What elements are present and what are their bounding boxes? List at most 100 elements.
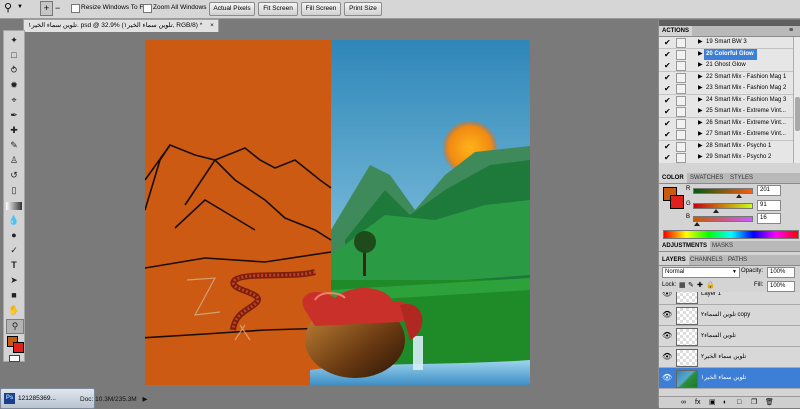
g-slider-thumb[interactable] — [713, 209, 719, 213]
color-tab[interactable]: COLOR — [659, 173, 687, 183]
move-tool-icon[interactable]: ✦ — [6, 34, 22, 47]
dialog-toggle-box[interactable] — [676, 141, 686, 152]
type-tool-icon[interactable]: T — [6, 259, 22, 272]
expand-triangle-icon[interactable]: ▶ — [698, 106, 703, 117]
action-item[interactable]: ✔ ▶ 23 Smart Mix - Fashion Mag 2 — [659, 83, 793, 95]
gradient-tool-icon[interactable] — [6, 202, 22, 210]
adjustment-layer-icon[interactable]: ◐ — [723, 397, 727, 408]
clone-stamp-tool-icon[interactable]: ♙ — [6, 154, 22, 167]
check-icon[interactable]: ✔ — [664, 153, 671, 162]
brush-tool-icon[interactable]: ✎ — [6, 139, 22, 152]
lasso-tool-icon[interactable]: ⥁ — [6, 64, 22, 77]
expand-triangle-icon[interactable]: ▶ — [698, 83, 703, 94]
r-value-field[interactable]: 201 — [757, 185, 781, 196]
quick-mask-icon[interactable] — [9, 355, 20, 362]
zoom-all-windows-checkbox[interactable] — [143, 4, 152, 13]
action-item[interactable]: ✔ ▶ 21 Ghost Glow — [659, 60, 793, 72]
dialog-toggle-box[interactable] — [676, 49, 686, 60]
layers-tab[interactable]: LAYERS — [659, 255, 689, 265]
color-background-swatch[interactable] — [670, 195, 684, 209]
hand-tool-icon[interactable]: ✋ — [6, 304, 22, 317]
visibility-eye-icon[interactable]: 👁 — [662, 310, 672, 319]
visibility-eye-icon[interactable]: 👁 — [662, 373, 672, 382]
resize-windows-checkbox[interactable] — [71, 4, 80, 13]
check-icon[interactable]: ✔ — [664, 107, 671, 116]
dialog-toggle-box[interactable] — [676, 118, 686, 129]
action-item[interactable]: ✔ ▶ 25 Smart Mix - Extreme Vint... — [659, 106, 793, 118]
new-layer-icon[interactable]: ❐ — [751, 397, 757, 408]
layer-style-icon[interactable]: fx — [695, 397, 700, 408]
expand-triangle-icon[interactable]: ▶ — [698, 72, 703, 83]
marquee-tool-icon[interactable]: □ — [6, 49, 22, 62]
styles-tab[interactable]: STYLES — [727, 173, 756, 183]
dialog-toggle-box[interactable] — [676, 153, 686, 163]
action-item[interactable]: ✔ ▶ 29 Smart Mix - Psycho 2 — [659, 152, 793, 163]
expand-triangle-icon[interactable]: ▶ — [698, 60, 703, 71]
actions-tab[interactable]: ACTIONS — [659, 26, 692, 36]
link-layers-icon[interactable]: ∞ — [681, 397, 686, 408]
expand-triangle-icon[interactable]: ▶ — [698, 129, 703, 140]
fill-screen-button[interactable]: Fill Screen — [301, 2, 341, 16]
expand-triangle-icon[interactable]: ▶ — [698, 152, 703, 163]
new-group-icon[interactable]: □ — [737, 397, 741, 408]
dodge-tool-icon[interactable]: ● — [6, 229, 22, 242]
actions-scrollbar[interactable] — [793, 37, 800, 163]
status-menu-icon[interactable]: ▶ — [143, 396, 148, 403]
visibility-eye-icon[interactable]: 👁 — [662, 292, 672, 298]
lock-image-icon[interactable]: ✎ — [688, 281, 694, 289]
check-icon[interactable]: ✔ — [664, 130, 671, 139]
opacity-field[interactable]: 100% — [767, 267, 795, 278]
fill-field[interactable]: 100% — [767, 281, 795, 292]
eyedropper-tool-icon[interactable]: ✒ — [6, 109, 22, 122]
expand-triangle-icon[interactable]: ▶ — [698, 37, 703, 48]
close-icon[interactable]: × — [210, 22, 214, 29]
eraser-tool-icon[interactable]: ▯ — [6, 184, 22, 197]
background-color-swatch[interactable] — [13, 342, 24, 353]
r-slider[interactable] — [693, 188, 753, 194]
dialog-toggle-box[interactable] — [676, 84, 686, 94]
crop-tool-icon[interactable]: ⌖ — [6, 94, 22, 107]
lock-position-icon[interactable]: ✚ — [697, 281, 703, 289]
print-size-button[interactable]: Print Size — [344, 2, 382, 16]
pen-tool-icon[interactable]: ✓ — [6, 244, 22, 257]
masks-tab[interactable]: MASKS — [709, 241, 736, 251]
b-value-field[interactable]: 16 — [757, 213, 781, 224]
dialog-toggle-box[interactable] — [676, 38, 686, 48]
action-item[interactable]: ✔ ▶ 20 Colorful Glow — [659, 48, 793, 61]
check-icon[interactable]: ✔ — [664, 50, 671, 59]
tool-preset-dropdown-icon[interactable]: ▼ — [17, 4, 23, 10]
dialog-toggle-box[interactable] — [676, 61, 686, 71]
check-icon[interactable]: ✔ — [664, 142, 671, 151]
shape-tool-icon[interactable]: ■ — [6, 289, 22, 302]
dialog-toggle-box[interactable] — [676, 107, 686, 117]
blend-mode-select[interactable]: Normal ▼ — [662, 267, 740, 278]
action-item[interactable]: ✔ ▶ 19 Smart BW 3 — [659, 37, 793, 49]
layer-row[interactable]: 👁 تلوين السماء٢ copy — [659, 305, 800, 326]
actions-scrollbar-thumb[interactable] — [795, 97, 800, 131]
check-icon[interactable]: ✔ — [664, 73, 671, 82]
action-item[interactable]: ✔ ▶ 27 Smart Mix - Extreme Vint... — [659, 129, 793, 141]
lock-transparent-icon[interactable]: ▦ — [679, 281, 686, 289]
actual-pixels-button[interactable]: Actual Pixels — [209, 2, 255, 16]
action-item[interactable]: ✔ ▶ 24 Smart Mix - Fashion Mag 3 — [659, 94, 793, 107]
zoom-in-icon[interactable]: + — [40, 1, 53, 16]
dialog-toggle-box[interactable] — [676, 130, 686, 140]
document-canvas[interactable] — [145, 40, 530, 385]
blur-tool-icon[interactable]: 💧 — [6, 214, 22, 227]
panel-menu-icon[interactable]: ≡ — [789, 26, 793, 36]
channels-tab[interactable]: CHANNELS — [687, 255, 726, 265]
layer-row[interactable]: 👁 تلوين سماء الخير٢ — [659, 347, 800, 368]
g-value-field[interactable]: 91 — [757, 200, 781, 211]
check-icon[interactable]: ✔ — [664, 61, 671, 70]
check-icon[interactable]: ✔ — [664, 119, 671, 128]
layer-row[interactable]: 👁 تلوين سماء الخير١ — [659, 368, 800, 389]
action-item[interactable]: ✔ ▶ 28 Smart Mix - Psycho 1 — [659, 140, 793, 153]
r-slider-thumb[interactable] — [736, 194, 742, 198]
visibility-eye-icon[interactable]: 👁 — [662, 331, 672, 340]
expand-triangle-icon[interactable]: ▶ — [698, 141, 703, 152]
expand-triangle-icon[interactable]: ▶ — [698, 49, 703, 60]
delete-layer-icon[interactable]: 🗑 — [765, 397, 774, 408]
action-item[interactable]: ✔ ▶ 26 Smart Mix - Extreme Vint... — [659, 117, 793, 130]
expand-triangle-icon[interactable]: ▶ — [698, 118, 703, 129]
document-tab[interactable]: تلوين سماء الخير١. psd @ 32.9% (تلوين سم… — [23, 19, 219, 32]
